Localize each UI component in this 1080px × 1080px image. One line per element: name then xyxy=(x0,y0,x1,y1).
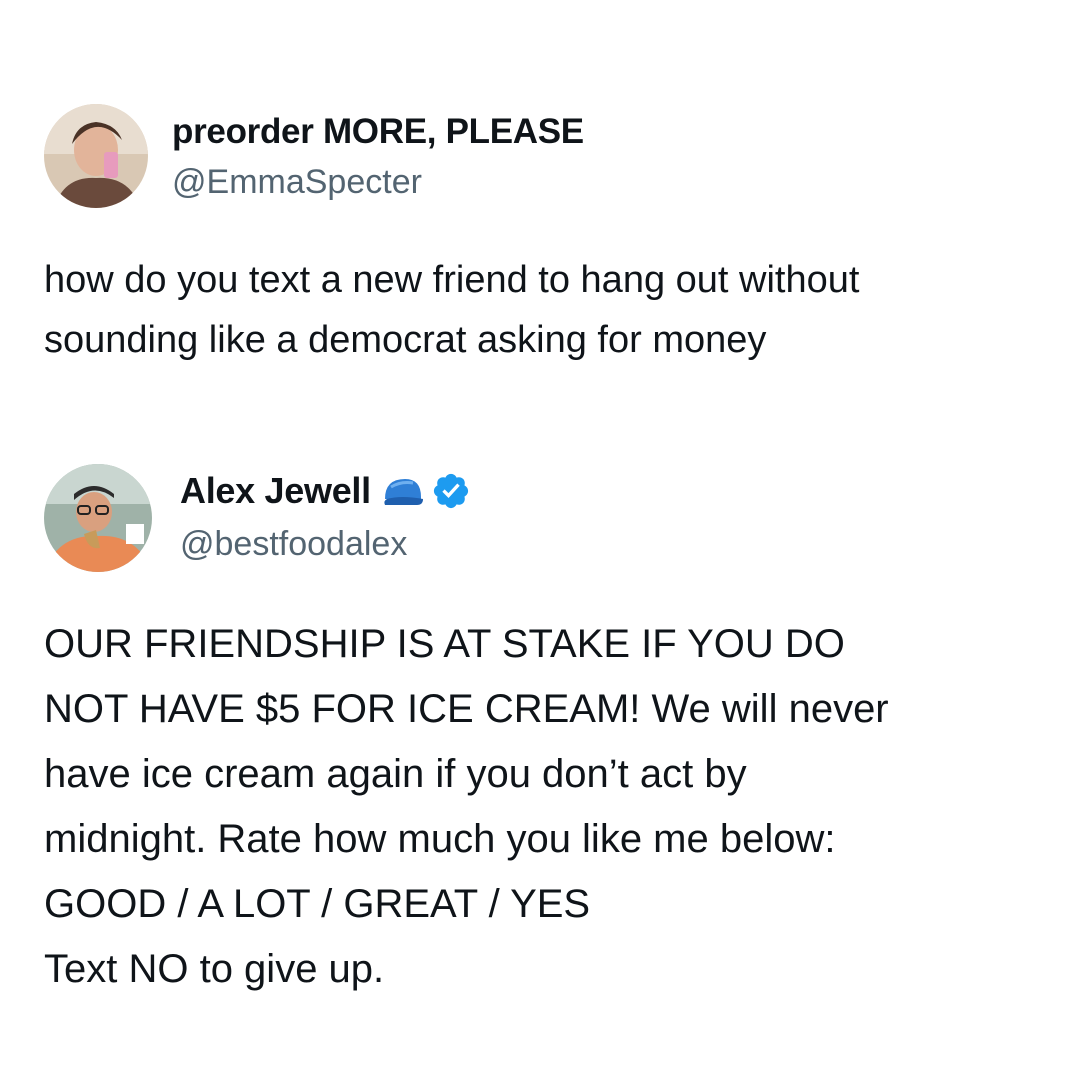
tweet-text: how do you text a new friend to hang out… xyxy=(44,259,860,361)
cap-icon xyxy=(381,471,423,511)
handle[interactable]: @bestfoodalex xyxy=(180,525,407,564)
handle[interactable]: @EmmaSpecter xyxy=(172,163,422,202)
display-name[interactable]: Alex Jewell xyxy=(180,470,371,512)
display-name-row: Alex Jewell xyxy=(180,470,471,512)
avatar[interactable] xyxy=(44,104,148,208)
verified-badge-icon xyxy=(431,471,471,511)
display-name[interactable]: preorder MORE, PLEASE xyxy=(172,112,584,152)
avatar[interactable] xyxy=(44,464,152,572)
tweet-text: OUR FRIENDSHIP IS AT STAKE IF YOU DO NOT… xyxy=(44,622,889,991)
